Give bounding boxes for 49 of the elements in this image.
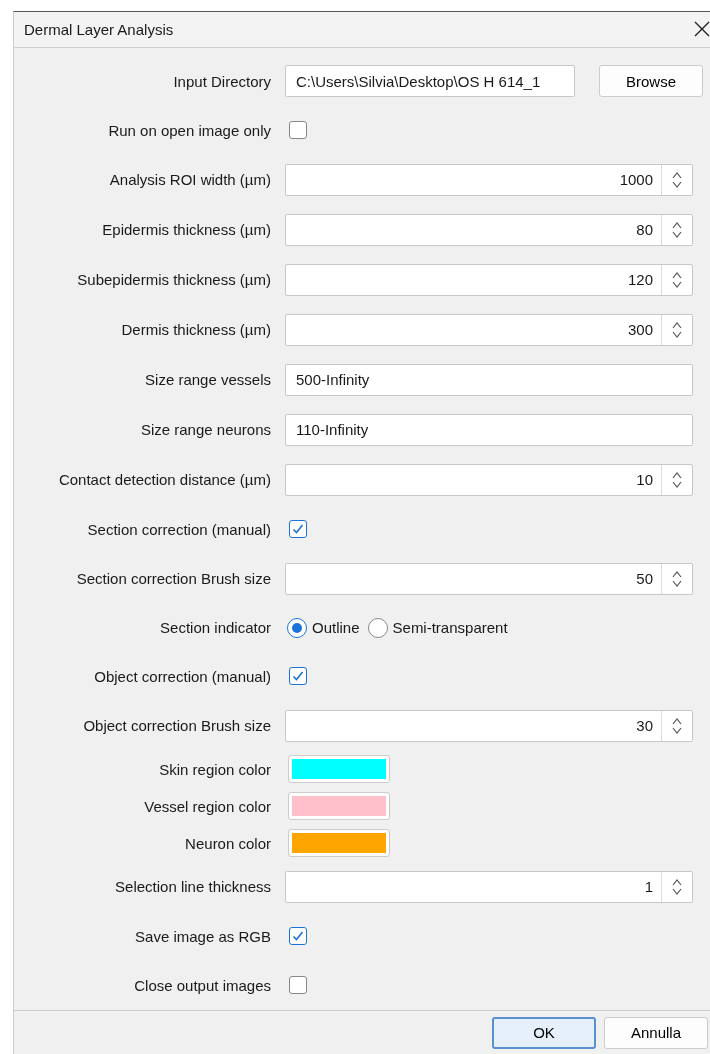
spin-box[interactable]: 1000 [285,163,693,196]
checkbox[interactable] [289,667,307,685]
text-field[interactable]: 110-Infinity [285,413,693,446]
field-label: Skin region color [158,760,271,778]
directory-field[interactable]: C:\Users\Silvia\Desktop\OS H 614_1 [285,65,575,97]
text-field[interactable]: 500-Infinity [285,363,693,396]
field-label: Contact detection distance (µm) [57,471,271,488]
radio-button[interactable]: Semi-transparent [367,617,508,638]
spin-box[interactable]: 10 [285,463,693,496]
field-label: Subepidermis thickness (µm) [76,271,271,288]
checkmark-icon [291,522,305,536]
field-label: Size range neurons [139,421,271,438]
checkbox[interactable] [289,520,307,538]
checkmark-icon [291,929,305,943]
spin-box[interactable]: 300 [285,313,693,346]
field-label: Close output images [133,976,271,994]
dialog-button[interactable]: OK [492,1016,596,1049]
field-label: Run on open image only [107,121,271,139]
field-label: Epidermis thickness (µm) [101,221,271,238]
field-label: Dermis thickness (µm) [120,321,271,338]
window-title: Dermal Layer Analysis [24,20,175,38]
checkbox[interactable] [289,976,307,994]
field-label: Section correction Brush size [75,570,271,587]
spin-box[interactable]: 80 [285,213,693,246]
field-label: Save image as RGB [134,927,271,945]
spin-box[interactable]: 50 [285,562,693,595]
browse-button[interactable]: Browse [599,65,703,97]
field-label: Section correction (manual) [86,520,271,538]
color-swatch[interactable] [289,830,389,856]
field-label: Analysis ROI width (µm) [108,171,271,188]
field-label: Section indicator [159,619,271,636]
close-icon[interactable] [694,21,710,38]
color-swatch[interactable] [289,756,389,782]
checkbox[interactable] [289,927,307,945]
field-label: Vessel region color [143,797,271,815]
field-label: Object correction Brush size [82,717,271,734]
dialog-button[interactable]: Annulla [604,1016,708,1049]
field-label: Input Directory [172,72,271,90]
spin-box[interactable]: 30 [285,709,693,742]
field-label: Neuron color [184,834,271,852]
spin-box[interactable]: 120 [285,263,693,296]
color-swatch[interactable] [289,793,389,819]
field-label: Object correction (manual) [93,667,271,685]
checkbox[interactable] [289,121,307,139]
spin-box[interactable]: 1 [285,870,693,903]
radio-button[interactable]: Outline [287,617,360,638]
field-label: Selection line thickness [114,878,271,895]
checkmark-icon [291,669,305,683]
field-label: Size range vessels [144,371,271,388]
